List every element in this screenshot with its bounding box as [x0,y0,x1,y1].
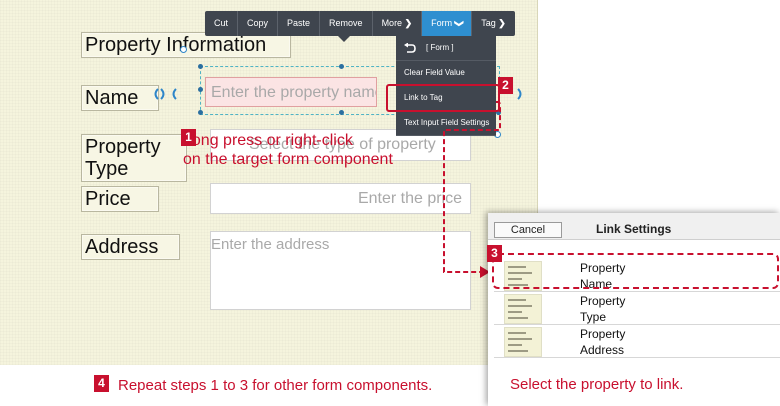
resize-handle[interactable] [198,110,203,115]
step1-text: Long press or right-click on the target … [183,132,393,168]
step3-badge: 3 [487,245,502,262]
list-item[interactable]: Property Address [494,325,780,358]
clear-field-value-item[interactable]: Clear Field Value [396,61,496,86]
row-line1: Property [580,327,626,341]
price-field[interactable]: Enter the price [210,183,471,214]
step4-text: Repeat steps 1 to 3 for other form compo… [118,377,433,394]
row-label: Property Address [580,326,625,358]
panel-title: Link Settings [596,222,672,236]
step4-badge: 4 [94,375,109,392]
anchor-handle[interactable] [180,46,187,53]
panel-header: Cancel Link Settings [488,213,780,240]
tag-button[interactable]: Tag ❯ [472,11,515,36]
chevron-right-icon: ❯ [498,18,506,28]
cancel-button[interactable]: Cancel [494,222,562,238]
address-field[interactable]: Enter the address [210,231,471,310]
cut-button[interactable]: Cut [205,11,239,36]
tag-label: Tag [481,18,496,28]
row-line2: Address [580,343,625,357]
context-toolbar: Cut Copy Paste Remove More ❯ Form ❯ Tag … [205,11,515,36]
copy-button[interactable]: Copy [238,11,279,36]
resize-handle[interactable] [198,64,203,69]
toolbar-pointer [338,36,350,42]
row-line2: Type [580,310,607,324]
resize-handle[interactable] [339,110,344,115]
row-line1: Property [580,294,626,308]
more-button[interactable]: More ❯ [373,11,423,36]
more-label: More [381,18,403,28]
chevron-down-icon: ❯ [453,19,464,28]
remove-button[interactable]: Remove [320,11,373,36]
resize-handle[interactable] [198,87,203,92]
panel-hint: Select the property to link. [510,376,684,393]
resize-handle[interactable] [339,64,344,69]
form-thumbnail [504,294,542,324]
rotate-icon[interactable] [515,86,527,102]
chevron-right-icon: ❯ [404,18,413,28]
back-arrow-icon [404,43,416,53]
menu-back-item[interactable]: [ Form ] [396,36,496,61]
row-label: Property Type [580,293,625,325]
paste-button[interactable]: Paste [278,11,321,36]
step3-highlight [492,253,779,289]
property-type-label[interactable]: Property Type [81,134,187,182]
link-settings-panel: Cancel Link Settings Property Name Proper… [488,213,780,406]
price-label[interactable]: Price [81,186,159,212]
form-thumbnail [504,327,542,357]
rotate-icon[interactable] [152,86,184,102]
form-button[interactable]: Form ❯ [422,11,473,36]
address-label[interactable]: Address [81,234,180,260]
step2-badge: 2 [498,77,513,94]
list-item[interactable]: Property Type [494,292,780,325]
menu-back-label: [ Form ] [426,43,454,52]
name-label[interactable]: Name [81,85,159,111]
